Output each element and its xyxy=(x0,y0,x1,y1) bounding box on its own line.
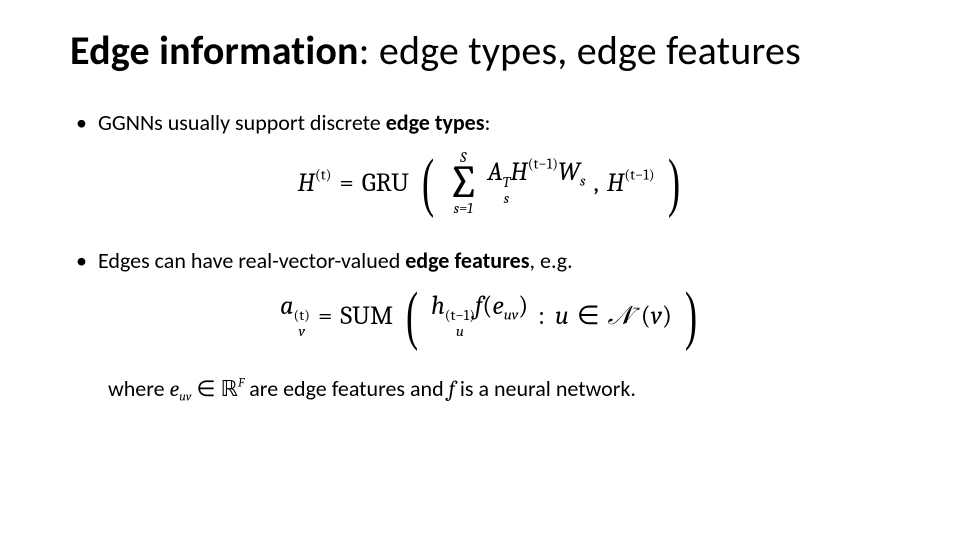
equation-1: H(t) = GRU ( S ∑ s=1 ATsH(t−1)Ws , H(t−1… xyxy=(70,150,912,217)
eq1-A-sub: s xyxy=(503,191,511,207)
eq2-v: v xyxy=(651,301,662,331)
where-e-base: e xyxy=(170,376,180,402)
eq2-N: 𝒩 xyxy=(608,301,633,331)
eq2-colon: : xyxy=(538,303,545,329)
where-in: ∈ xyxy=(191,375,220,402)
where-R: ℝ xyxy=(221,376,238,401)
eq1-H-base: H xyxy=(510,157,528,187)
eq2-h-sub: u xyxy=(445,324,475,340)
title-rest: : edge types, edge features xyxy=(359,26,801,75)
bullet-1-bold: edge types xyxy=(386,109,485,136)
bullet-2-bold: edge features xyxy=(405,247,529,274)
eq2-e-sub: uv xyxy=(504,305,519,323)
bullet-2-post: , e.g. xyxy=(530,247,573,274)
eq1-lhs-base: H xyxy=(297,168,315,198)
bullet-1-post: : xyxy=(485,109,491,136)
eq1-arg2-sup: (t−1) xyxy=(624,166,654,184)
slide-title: Edge information: edge types, edge featu… xyxy=(70,28,912,74)
bullet-2: Edges can have real-vector-valued edge f… xyxy=(70,246,912,276)
eq1-H-sup: (t−1) xyxy=(528,155,558,173)
equation-2: a(t)v = SUM ( h(t−1)uf(euv) : u ∈ 𝒩−(v) … xyxy=(70,288,912,344)
bullet-list: GGNNs usually support discrete edge type… xyxy=(70,108,912,138)
eq2-lhs-sub: v xyxy=(294,324,310,340)
eq1-op: GRU xyxy=(362,170,409,196)
lparen-icon: ( xyxy=(422,155,434,211)
eq1-W-sub: s xyxy=(580,172,585,190)
bullet-1-pre: GGNNs usually support discrete xyxy=(98,109,386,136)
sigma-icon: S ∑ s=1 xyxy=(447,150,480,217)
slide-root: Edge information: edge types, edge featu… xyxy=(0,0,960,540)
bullet-1: GGNNs usually support discrete edge type… xyxy=(70,108,912,138)
eq1-W-base: W xyxy=(558,157,580,187)
rparen-icon: ) xyxy=(668,155,680,211)
eq2-in: ∈ xyxy=(577,303,600,329)
bullet-2-pre: Edges can have real-vector-valued xyxy=(98,247,405,274)
lparen-icon-2: ( xyxy=(406,288,418,344)
eq2-lhs-base: a xyxy=(280,291,293,321)
bullet-list-2: Edges can have real-vector-valued edge f… xyxy=(70,246,912,276)
eq2-N-sup: − xyxy=(632,299,640,317)
where-post: is a neural network. xyxy=(455,375,636,402)
eq2-u: u xyxy=(555,301,569,331)
title-bold-part: Edge information xyxy=(70,26,359,75)
eq1-sum-lower: s=1 xyxy=(454,201,473,216)
rparen-icon-2: ) xyxy=(685,288,697,344)
where-clause: where euv ∈ ℝF are edge features and f i… xyxy=(108,374,912,405)
eq2-e-base: e xyxy=(492,291,503,321)
eq1-lhs-sup: (t) xyxy=(315,166,331,184)
where-mid: are edge features and xyxy=(244,375,448,402)
where-e-sub: uv xyxy=(179,391,191,405)
eq2-op: SUM xyxy=(340,303,393,329)
where-pre: where xyxy=(108,375,170,402)
eq1-A-base: A xyxy=(488,157,503,187)
eq1-arg2-base: H xyxy=(607,168,625,198)
eq2-h-base: h xyxy=(431,291,445,321)
